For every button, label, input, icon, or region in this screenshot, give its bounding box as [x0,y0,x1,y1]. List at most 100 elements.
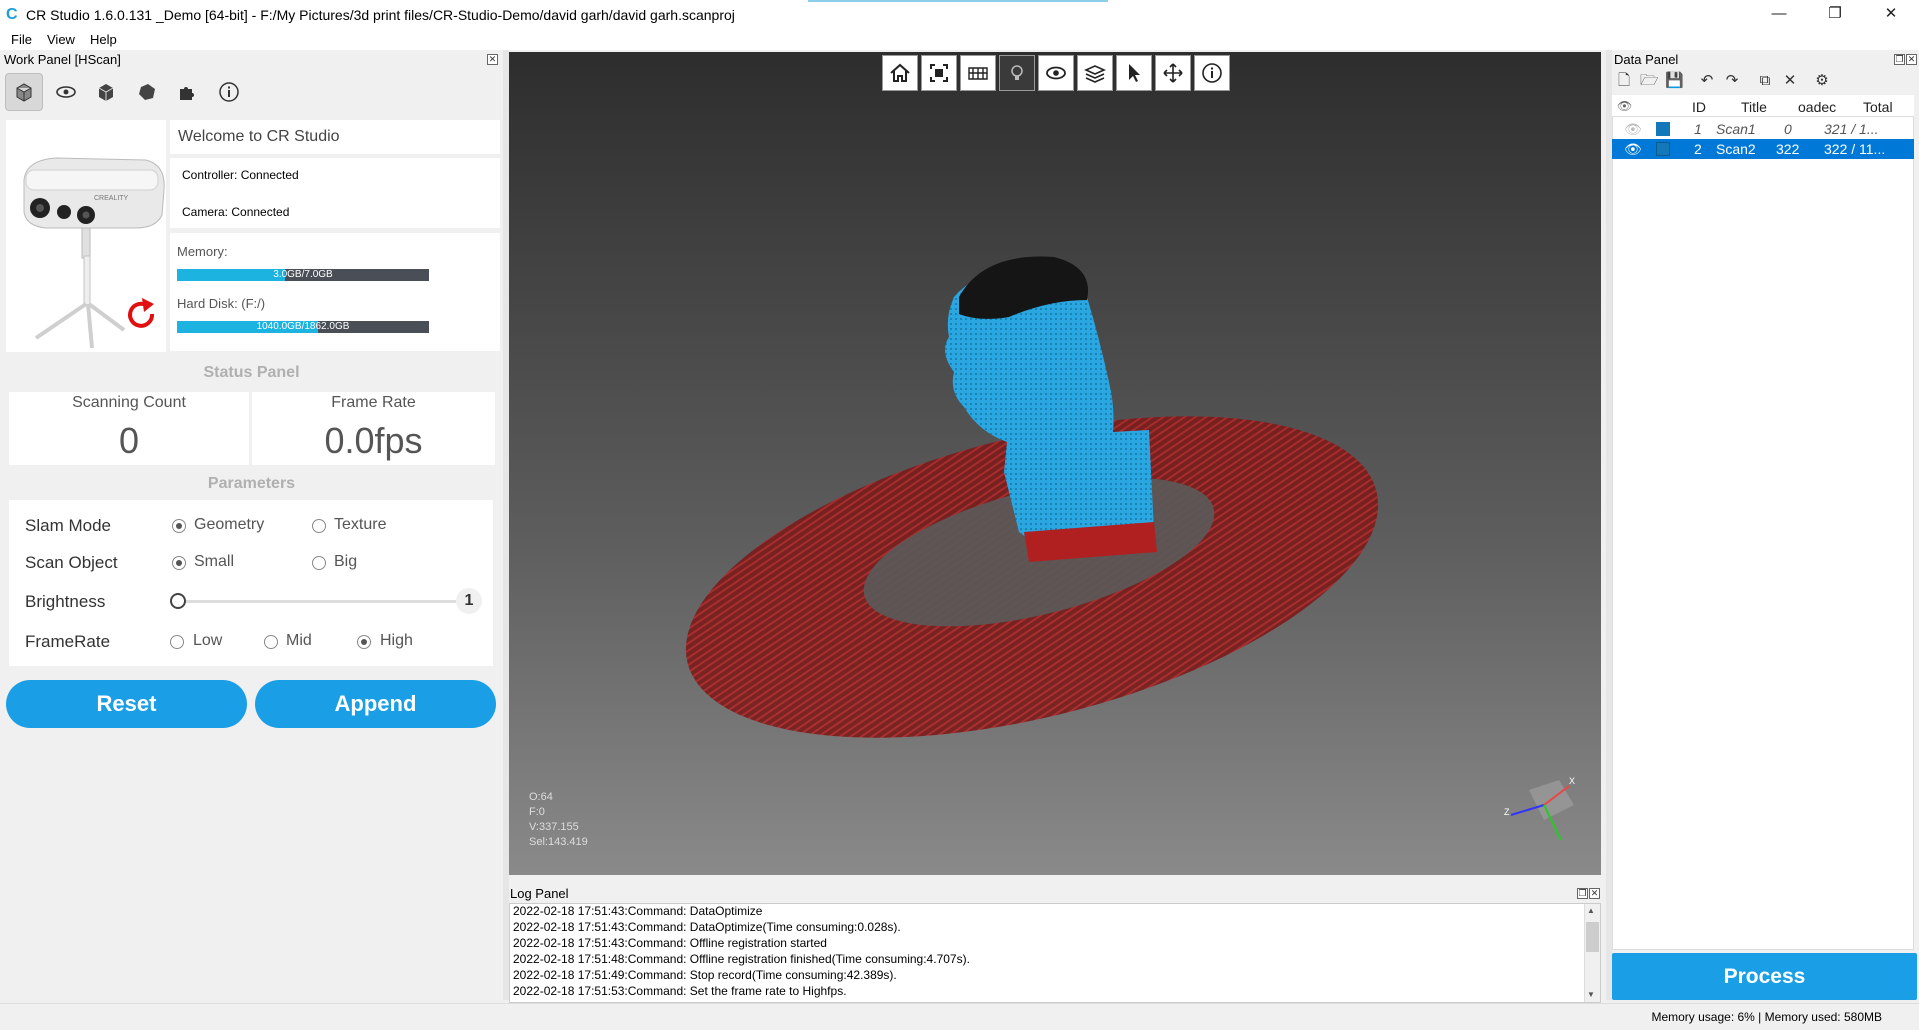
frame-rate-box: Frame Rate 0.0fps [252,392,495,465]
title-bar: C CR Studio 1.6.0.131 _Demo [64-bit] - F… [0,0,1919,30]
scan-big-label[interactable]: Big [334,553,357,571]
pointer-icon[interactable] [1116,55,1152,91]
close-window-button[interactable]: ✕ [1863,0,1919,30]
parameters-title: Parameters [207,475,296,492]
reset-button[interactable]: Reset [6,680,247,728]
framerate-mid-label[interactable]: Mid [286,632,312,650]
maximize-button[interactable]: ❐ [1807,0,1863,30]
append-button[interactable]: Append [255,680,496,728]
undo-icon[interactable]: ↶ [1698,72,1716,90]
scanning-count-label: Scanning Count [72,394,186,411]
framerate-high-label[interactable]: High [380,632,413,650]
settings-icon[interactable]: ⚙ [1813,72,1831,90]
welcome-text: Welcome to CR Studio [178,128,340,145]
puzzle-icon[interactable] [168,73,206,111]
log-panel-header: Log Panel [510,886,569,901]
framerate-low-radio[interactable] [170,635,184,649]
3d-viewport[interactable]: O:64 F:0 V:337.155 Sel:143.419 X Z [509,52,1601,875]
stat-f: F:0 [529,806,545,818]
row-visibility-icon[interactable]: 👁 [1624,141,1642,158]
column-title[interactable]: Title [1741,99,1767,115]
log-line: 2022-02-18 17:51:48:Command: Offline reg… [513,952,970,966]
data-table [1612,95,1914,950]
menu-view[interactable]: View [47,32,75,48]
row-color-swatch[interactable] [1656,142,1670,156]
scan-big-radio[interactable] [312,556,326,570]
work-panel-close-icon[interactable]: ✕ [487,54,498,65]
menu-bar: File View Help [0,30,1919,50]
row-total: 322 / 11... [1824,141,1886,157]
framerate-high-radio[interactable] [357,635,371,649]
log-line: 2022-02-18 17:51:49:Command: Stop record… [513,968,897,982]
row-color-swatch[interactable] [1656,122,1670,136]
column-id[interactable]: ID [1692,99,1706,115]
memory-value: 3.0GB/7.0GB [273,269,333,280]
slam-geometry-radio[interactable] [172,519,186,533]
log-float-icon[interactable]: ❐ [1577,888,1588,899]
stat-sel: Sel:143.419 [529,836,588,848]
scanning-count-value: 0 [118,420,140,461]
brightness-value: 1 [456,588,482,614]
log-list: 2022-02-18 17:51:43:Command: DataOptimiz… [509,903,1601,1003]
scroll-up-icon[interactable]: ▲ [1587,906,1595,915]
slam-texture-label[interactable]: Texture [334,516,386,534]
scroll-down-icon[interactable]: ▼ [1587,990,1595,999]
slam-geometry-label[interactable]: Geometry [194,516,264,534]
brightness-slider-handle[interactable] [170,593,186,609]
fit-view-icon[interactable] [921,55,957,91]
open-folder-icon[interactable]: 🗁 [1640,72,1659,90]
scan-small-radio[interactable] [172,556,186,570]
memory-usage-text: Memory usage: 6% | Memory used: 580MB [1651,1010,1882,1024]
info-icon[interactable] [210,73,248,111]
window-title: CR Studio 1.6.0.131 _Demo [64-bit] - F:/… [26,7,735,23]
copy-icon[interactable]: ⧉ [1756,72,1774,90]
column-loaded[interactable]: oadec [1798,99,1836,115]
axis-gizmo-icon: X Z [1504,776,1575,841]
status-bar: Memory usage: 6% | Memory used: 580MB [0,1003,1919,1030]
eye-icon[interactable] [47,73,85,111]
data-float-icon[interactable]: ❐ [1894,54,1905,65]
home-icon[interactable] [882,55,918,91]
column-total[interactable]: Total [1863,99,1893,115]
layers-icon[interactable] [1077,55,1113,91]
visibility-column-icon: 👁 [1617,99,1633,113]
perspective-icon[interactable] [960,55,996,91]
camera-status: Camera: Connected [182,205,290,219]
viewport-info-icon[interactable] [1194,55,1230,91]
scan-object-label: Scan Object [25,553,118,572]
row-loaded: 322 [1776,141,1800,157]
solid-icon[interactable] [128,73,166,111]
new-file-icon[interactable]: 🗋 [1615,72,1633,90]
log-close-icon[interactable]: ✕ [1589,888,1600,899]
cube-icon[interactable] [5,73,43,111]
frame-rate-label: Frame Rate [331,394,416,411]
redo-icon[interactable]: ↷ [1723,72,1741,90]
scan-small-label[interactable]: Small [194,553,234,571]
log-scrollbar[interactable]: ▲ ▼ [1584,904,1600,1002]
stat-o: O:64 [529,791,553,803]
log-line: 2022-02-18 17:51:53:Command: Set the fra… [513,984,847,998]
table-row[interactable]: 👁 1 Scan1 0 321 / 1... [1612,119,1914,139]
connection-box: Controller: Connected Camera: Connected [170,158,500,228]
brightness-label: Brightness [25,592,106,611]
eye-view-icon[interactable] [1038,55,1074,91]
disk-label: Hard Disk: (F:/) [177,296,266,311]
data-close-icon[interactable]: ✕ [1906,54,1917,65]
move-icon[interactable] [1155,55,1191,91]
menu-file[interactable]: File [11,32,32,48]
box-icon[interactable] [87,73,125,111]
log-scroll-thumb[interactable] [1586,922,1599,952]
light-icon[interactable] [999,55,1035,91]
save-icon[interactable]: 💾 [1665,72,1684,90]
framerate-low-label[interactable]: Low [193,632,222,650]
slam-texture-radio[interactable] [312,519,326,533]
slam-mode-label: Slam Mode [25,516,111,535]
framerate-mid-radio[interactable] [264,635,278,649]
minimize-button[interactable]: — [1751,0,1807,30]
process-button[interactable]: Process [1612,953,1917,1000]
brightness-slider-track[interactable] [174,600,456,603]
menu-help[interactable]: Help [90,32,117,48]
delete-icon[interactable]: ✕ [1781,72,1799,90]
table-row[interactable]: 👁 2 Scan2 322 322 / 11... [1612,139,1914,159]
row-visibility-icon[interactable]: 👁 [1624,121,1642,138]
